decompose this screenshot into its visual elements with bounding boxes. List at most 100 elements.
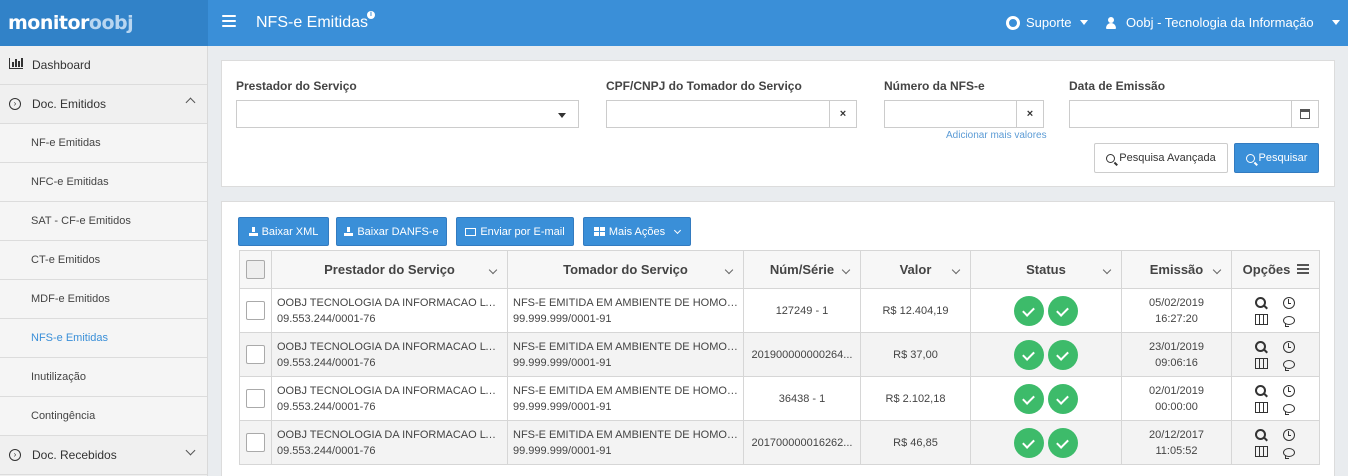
row-checkbox[interactable] <box>246 301 265 320</box>
history-clock-icon[interactable] <box>1282 296 1295 309</box>
emissao-time: 09:06:16 <box>1155 356 1198 369</box>
chevron-down-icon <box>185 445 196 456</box>
view-search-icon[interactable] <box>1254 428 1267 441</box>
map-icon[interactable] <box>1254 313 1268 325</box>
sort-chevron-icon <box>724 265 734 275</box>
status-authorized-icon[interactable] <box>1048 383 1078 414</box>
add-more-values-link[interactable]: Adicionar mais valores <box>946 130 1047 141</box>
column-menu-icon[interactable] <box>1297 264 1309 274</box>
support-label: Suporte <box>1026 15 1072 30</box>
column-header-emissao[interactable]: Emissão <box>1121 250 1232 289</box>
emissao-date: 20/12/2017 <box>1148 428 1205 441</box>
history-clock-icon[interactable] <box>1282 428 1295 441</box>
emissao-time: 00:00:00 <box>1155 400 1198 413</box>
column-header-valor[interactable]: Valor <box>860 250 971 289</box>
user-menu[interactable]: Oobj - Tecnologia da Informação <box>1106 15 1340 30</box>
map-icon[interactable] <box>1254 445 1268 457</box>
column-header-opcoes: Opções <box>1231 250 1320 289</box>
sidebar-item-label: Doc. Recebidos <box>32 448 117 462</box>
caret-down-icon <box>1331 20 1340 25</box>
tomador-cnpj: 99.999.999/0001-91 <box>513 312 612 325</box>
download-icon <box>248 227 258 236</box>
status-authorized-icon[interactable] <box>1048 427 1078 458</box>
download-danfse-button[interactable]: Baixar DANFS-e <box>336 217 447 246</box>
sidebar-item-inutilizacao[interactable]: Inutilização <box>0 358 207 397</box>
map-icon[interactable] <box>1254 357 1268 369</box>
map-icon[interactable] <box>1254 401 1268 413</box>
clear-numero-button[interactable]: × <box>1016 100 1044 128</box>
advanced-search-button[interactable]: Pesquisa Avançada <box>1094 143 1228 173</box>
comment-icon[interactable] <box>1282 447 1295 459</box>
select-all-checkbox[interactable] <box>246 260 265 279</box>
user-icon <box>1106 16 1116 29</box>
clear-cpf-button[interactable]: × <box>829 100 857 128</box>
send-email-button[interactable]: Enviar por E-mail <box>456 217 574 246</box>
column-header-prestador[interactable]: Prestador do Serviço <box>271 250 508 289</box>
top-bar: monitor oobj NFS-e Emitidas i Suporte Oob… <box>0 0 1348 46</box>
data-emissao-input[interactable] <box>1069 100 1293 128</box>
support-menu[interactable]: Suporte <box>1006 15 1088 30</box>
calendar-button[interactable] <box>1291 100 1319 128</box>
download-xml-button[interactable]: Baixar XML <box>238 217 329 246</box>
comment-icon[interactable] <box>1282 403 1295 415</box>
sidebar-item-contingencia[interactable]: Contingência <box>0 397 207 436</box>
status-authorized-icon[interactable] <box>1048 295 1078 326</box>
row-checkbox[interactable] <box>246 433 265 452</box>
prestador-select[interactable] <box>236 100 579 128</box>
sidebar-item-dashboard[interactable]: Dashboard <box>0 46 207 85</box>
envelope-icon <box>465 227 477 236</box>
column-header-numserie[interactable]: Núm/Série <box>743 250 861 289</box>
column-header-tomador[interactable]: Tomador do Serviço <box>507 250 744 289</box>
tomador-name: NFS-E EMITIDA EM AMBIENTE DE HOMOLOGACAO… <box>513 296 738 309</box>
nfse-table: Prestador do Serviço Tomador do Serviço … <box>239 250 1320 465</box>
sidebar-item-mdfe-emitidos[interactable]: MDF-e Emitidos <box>0 280 207 319</box>
app-logo[interactable]: monitor oobj <box>0 0 208 46</box>
sidebar-item-label: Doc. Emitidos <box>32 97 107 111</box>
sidebar-item-sat-cfe-emitidos[interactable]: SAT - CF-e Emitidos <box>0 202 207 241</box>
cpf-cnpj-label: CPF/CNPJ do Tomador do Serviço <box>606 79 802 93</box>
prestador-name: OOBJ TECNOLOGIA DA INFORMACAO LTDA <box>277 296 502 309</box>
status-authorized-icon[interactable] <box>1014 427 1044 458</box>
sort-chevron-icon <box>488 265 498 275</box>
caret-down-icon <box>1079 20 1088 25</box>
view-search-icon[interactable] <box>1254 296 1267 309</box>
status-authorized-icon[interactable] <box>1014 295 1044 326</box>
sort-chevron-icon <box>1102 265 1112 275</box>
valor: R$ 46,85 <box>860 420 971 465</box>
calendar-icon <box>1300 109 1310 119</box>
tomador-cnpj: 99.999.999/0001-91 <box>513 400 612 413</box>
comment-icon[interactable] <box>1282 359 1295 371</box>
history-clock-icon[interactable] <box>1282 384 1295 397</box>
view-search-icon[interactable] <box>1254 340 1267 353</box>
prestador-name: OOBJ TECNOLOGIA DA INFORMACAO LTDA <box>277 428 502 441</box>
column-header-status[interactable]: Status <box>970 250 1122 289</box>
view-search-icon[interactable] <box>1254 384 1267 397</box>
table-row[interactable]: OOBJ TECNOLOGIA DA INFORMACAO LTDA 09.553… <box>239 332 1320 377</box>
comment-icon[interactable] <box>1282 315 1295 327</box>
sidebar-item-doc-emitidos[interactable]: › Doc. Emitidos <box>0 85 207 124</box>
row-checkbox[interactable] <box>246 389 265 408</box>
emissao-date: 23/01/2019 <box>1148 340 1205 353</box>
status-authorized-icon[interactable] <box>1014 339 1044 370</box>
menu-toggle-icon[interactable] <box>222 14 236 28</box>
numero-nfse-input[interactable] <box>884 100 1018 128</box>
circle-arrow-icon: › <box>9 449 21 461</box>
status-authorized-icon[interactable] <box>1014 383 1044 414</box>
row-checkbox[interactable] <box>246 345 265 364</box>
sidebar-item-doc-recebidos[interactable]: › Doc. Recebidos <box>0 436 207 475</box>
search-button[interactable]: Pesquisar <box>1234 143 1319 173</box>
sidebar-item-nfse-emitidas[interactable]: NFS-e Emitidas <box>0 319 207 358</box>
table-row[interactable]: OOBJ TECNOLOGIA DA INFORMACAO LTDA 09.553… <box>239 420 1320 465</box>
history-clock-icon[interactable] <box>1282 340 1295 353</box>
zoom-in-icon <box>1106 153 1116 163</box>
sidebar-item-nfe-emitidas[interactable]: NF-e Emitidas <box>0 124 207 163</box>
cpf-cnpj-input[interactable] <box>606 100 831 128</box>
sidebar-item-nfce-emitidas[interactable]: NFC-e Emitidas <box>0 163 207 202</box>
sidebar-item-cte-emitidos[interactable]: CT-e Emitidos <box>0 241 207 280</box>
table-row[interactable]: OOBJ TECNOLOGIA DA INFORMACAO LTDA 09.553… <box>239 376 1320 421</box>
status-authorized-icon[interactable] <box>1048 339 1078 370</box>
more-actions-button[interactable]: Mais Ações <box>583 217 691 246</box>
chevron-down-icon <box>674 226 682 234</box>
table-row[interactable]: OOBJ TECNOLOGIA DA INFORMACAO LTDA 09.553… <box>239 288 1320 333</box>
prestador-label: Prestador do Serviço <box>236 79 357 93</box>
